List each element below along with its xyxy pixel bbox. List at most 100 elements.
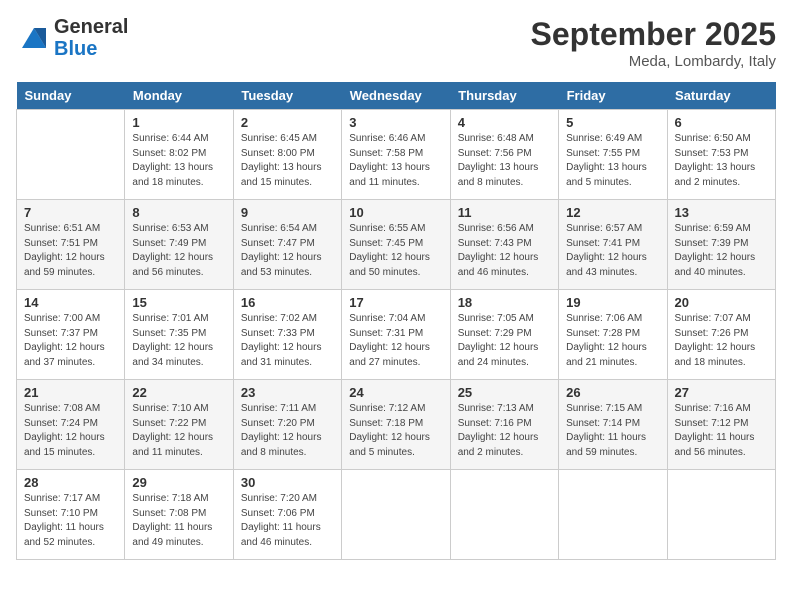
month-info: September 2025 Meda, Lombardy, Italy: [531, 16, 776, 70]
cell-info: Sunrise: 6:56 AMSunset: 7:43 PMDaylight:…: [458, 222, 551, 280]
calendar-cell: 6 Sunrise: 6:50 AMSunset: 7:53 PMDaylight…: [667, 110, 775, 200]
cell-info: Sunrise: 6:50 AMSunset: 7:53 PMDaylight:…: [675, 132, 768, 190]
day-number: 3: [349, 115, 442, 130]
col-header-tuesday: Tuesday: [233, 82, 341, 110]
day-number: 7: [24, 205, 117, 220]
cell-info: Sunrise: 6:48 AMSunset: 7:56 PMDaylight:…: [458, 132, 551, 190]
page-header: General Blue September 2025 Meda, Lombar…: [16, 16, 776, 70]
cell-info: Sunrise: 6:55 AMSunset: 7:45 PMDaylight:…: [349, 222, 442, 280]
day-number: 26: [566, 385, 659, 400]
cell-info: Sunrise: 7:00 AMSunset: 7:37 PMDaylight:…: [24, 312, 117, 370]
calendar-cell: 12Sunrise: 6:57 AMSunset: 7:41 PMDayligh…: [559, 200, 667, 290]
calendar-cell: 26 Sunrise: 7:15 AMSunset: 7:14 PMDayligh…: [559, 380, 667, 470]
day-number: 27: [675, 385, 768, 400]
calendar-cell: 22Sunrise: 7:10 AMSunset: 7:22 PMDayligh…: [125, 380, 233, 470]
cell-info: Sunrise: 7:18 AMSunset: 7:08 PMDaylight:…: [132, 492, 225, 550]
col-header-saturday: Saturday: [667, 82, 775, 110]
day-number: 17: [349, 295, 442, 310]
day-number: 10: [349, 205, 442, 220]
day-number: 13: [675, 205, 768, 220]
cell-info: Sunrise: 7:15 AMSunset: 7:14 PMDaylight:…: [566, 402, 659, 460]
cell-info: Sunrise: 6:44 AMSunset: 8:02 PMDaylight:…: [132, 132, 225, 190]
calendar-cell: [667, 470, 775, 560]
cell-info: Sunrise: 6:49 AMSunset: 7:55 PMDaylight:…: [566, 132, 659, 190]
day-number: 25: [458, 385, 551, 400]
day-number: 1: [132, 115, 225, 130]
cell-info: Sunrise: 6:59 AMSunset: 7:39 PMDaylight:…: [675, 222, 768, 280]
logo-text-general: General: [54, 16, 128, 38]
day-number: 19: [566, 295, 659, 310]
calendar-cell: 4 Sunrise: 6:48 AMSunset: 7:56 PMDaylight…: [450, 110, 558, 200]
calendar-cell: 3 Sunrise: 6:46 AMSunset: 7:58 PMDaylight…: [342, 110, 450, 200]
calendar-cell: 19 Sunrise: 7:06 AMSunset: 7:28 PMDayligh…: [559, 290, 667, 380]
cell-info: Sunrise: 6:46 AMSunset: 7:58 PMDaylight:…: [349, 132, 442, 190]
month-title: September 2025: [531, 16, 776, 53]
cell-info: Sunrise: 7:17 AMSunset: 7:10 PMDaylight:…: [24, 492, 117, 550]
day-number: 18: [458, 295, 551, 310]
calendar-cell: 10 Sunrise: 6:55 AMSunset: 7:45 PMDayligh…: [342, 200, 450, 290]
cell-info: Sunrise: 7:06 AMSunset: 7:28 PMDaylight:…: [566, 312, 659, 370]
day-number: 5: [566, 115, 659, 130]
col-header-monday: Monday: [125, 82, 233, 110]
calendar-cell: 5 Sunrise: 6:49 AMSunset: 7:55 PMDaylight…: [559, 110, 667, 200]
calendar-cell: 30 Sunrise: 7:20 AMSunset: 7:06 PMDayligh…: [233, 470, 341, 560]
day-number: 6: [675, 115, 768, 130]
day-number: 4: [458, 115, 551, 130]
cell-info: Sunrise: 6:57 AMSunset: 7:41 PMDaylight:…: [566, 222, 659, 280]
calendar-cell: 28 Sunrise: 7:17 AMSunset: 7:10 PMDayligh…: [17, 470, 125, 560]
calendar-cell: 8Sunrise: 6:53 AMSunset: 7:49 PMDaylight…: [125, 200, 233, 290]
day-number: 16: [241, 295, 334, 310]
cell-info: Sunrise: 7:01 AMSunset: 7:35 PMDaylight:…: [132, 312, 225, 370]
calendar-cell: 15 Sunrise: 7:01 AMSunset: 7:35 PMDayligh…: [125, 290, 233, 380]
day-number: 29: [132, 475, 225, 490]
col-header-thursday: Thursday: [450, 82, 558, 110]
day-number: 28: [24, 475, 117, 490]
logo-text-blue: Blue: [54, 38, 128, 60]
day-number: 15: [132, 295, 225, 310]
cell-info: Sunrise: 6:51 AMSunset: 7:51 PMDaylight:…: [24, 222, 117, 280]
col-header-wednesday: Wednesday: [342, 82, 450, 110]
day-number: 14: [24, 295, 117, 310]
day-number: 22: [132, 385, 225, 400]
location: Meda, Lombardy, Italy: [531, 53, 776, 70]
calendar-week-4: 28 Sunrise: 7:17 AMSunset: 7:10 PMDayligh…: [17, 470, 776, 560]
calendar-week-3: 21Sunrise: 7:08 AMSunset: 7:24 PMDayligh…: [17, 380, 776, 470]
calendar-cell: 23 Sunrise: 7:11 AMSunset: 7:20 PMDayligh…: [233, 380, 341, 470]
cell-info: Sunrise: 7:02 AMSunset: 7:33 PMDaylight:…: [241, 312, 334, 370]
calendar-cell: 13 Sunrise: 6:59 AMSunset: 7:39 PMDayligh…: [667, 200, 775, 290]
day-number: 2: [241, 115, 334, 130]
cell-info: Sunrise: 7:07 AMSunset: 7:26 PMDaylight:…: [675, 312, 768, 370]
calendar-cell: [559, 470, 667, 560]
cell-info: Sunrise: 6:54 AMSunset: 7:47 PMDaylight:…: [241, 222, 334, 280]
calendar-cell: 25 Sunrise: 7:13 AMSunset: 7:16 PMDayligh…: [450, 380, 558, 470]
cell-info: Sunrise: 7:13 AMSunset: 7:16 PMDaylight:…: [458, 402, 551, 460]
cell-info: Sunrise: 7:05 AMSunset: 7:29 PMDaylight:…: [458, 312, 551, 370]
calendar-cell: 18 Sunrise: 7:05 AMSunset: 7:29 PMDayligh…: [450, 290, 558, 380]
cell-info: Sunrise: 7:11 AMSunset: 7:20 PMDaylight:…: [241, 402, 334, 460]
logo-icon: [16, 20, 52, 56]
day-number: 24: [349, 385, 442, 400]
cell-info: Sunrise: 7:16 AMSunset: 7:12 PMDaylight:…: [675, 402, 768, 460]
day-number: 8: [132, 205, 225, 220]
cell-info: Sunrise: 7:12 AMSunset: 7:18 PMDaylight:…: [349, 402, 442, 460]
day-number: 23: [241, 385, 334, 400]
calendar-cell: 27 Sunrise: 7:16 AMSunset: 7:12 PMDayligh…: [667, 380, 775, 470]
calendar-week-1: 7 Sunrise: 6:51 AMSunset: 7:51 PMDaylight…: [17, 200, 776, 290]
calendar-cell: [342, 470, 450, 560]
day-number: 11: [458, 205, 551, 220]
calendar-cell: 17Sunrise: 7:04 AMSunset: 7:31 PMDayligh…: [342, 290, 450, 380]
calendar-week-0: 1 Sunrise: 6:44 AMSunset: 8:02 PMDaylight…: [17, 110, 776, 200]
day-number: 20: [675, 295, 768, 310]
calendar-cell: 14 Sunrise: 7:00 AMSunset: 7:37 PMDayligh…: [17, 290, 125, 380]
calendar-cell: 16 Sunrise: 7:02 AMSunset: 7:33 PMDayligh…: [233, 290, 341, 380]
calendar-cell: 1 Sunrise: 6:44 AMSunset: 8:02 PMDaylight…: [125, 110, 233, 200]
calendar-cell: 11 Sunrise: 6:56 AMSunset: 7:43 PMDayligh…: [450, 200, 558, 290]
calendar-cell: 9Sunrise: 6:54 AMSunset: 7:47 PMDaylight…: [233, 200, 341, 290]
day-number: 30: [241, 475, 334, 490]
calendar-cell: [450, 470, 558, 560]
calendar-cell: 29 Sunrise: 7:18 AMSunset: 7:08 PMDayligh…: [125, 470, 233, 560]
calendar-table: SundayMondayTuesdayWednesdayThursdayFrid…: [16, 82, 776, 560]
cell-info: Sunrise: 7:20 AMSunset: 7:06 PMDaylight:…: [241, 492, 334, 550]
cell-info: Sunrise: 7:08 AMSunset: 7:24 PMDaylight:…: [24, 402, 117, 460]
logo: General Blue: [16, 16, 128, 60]
